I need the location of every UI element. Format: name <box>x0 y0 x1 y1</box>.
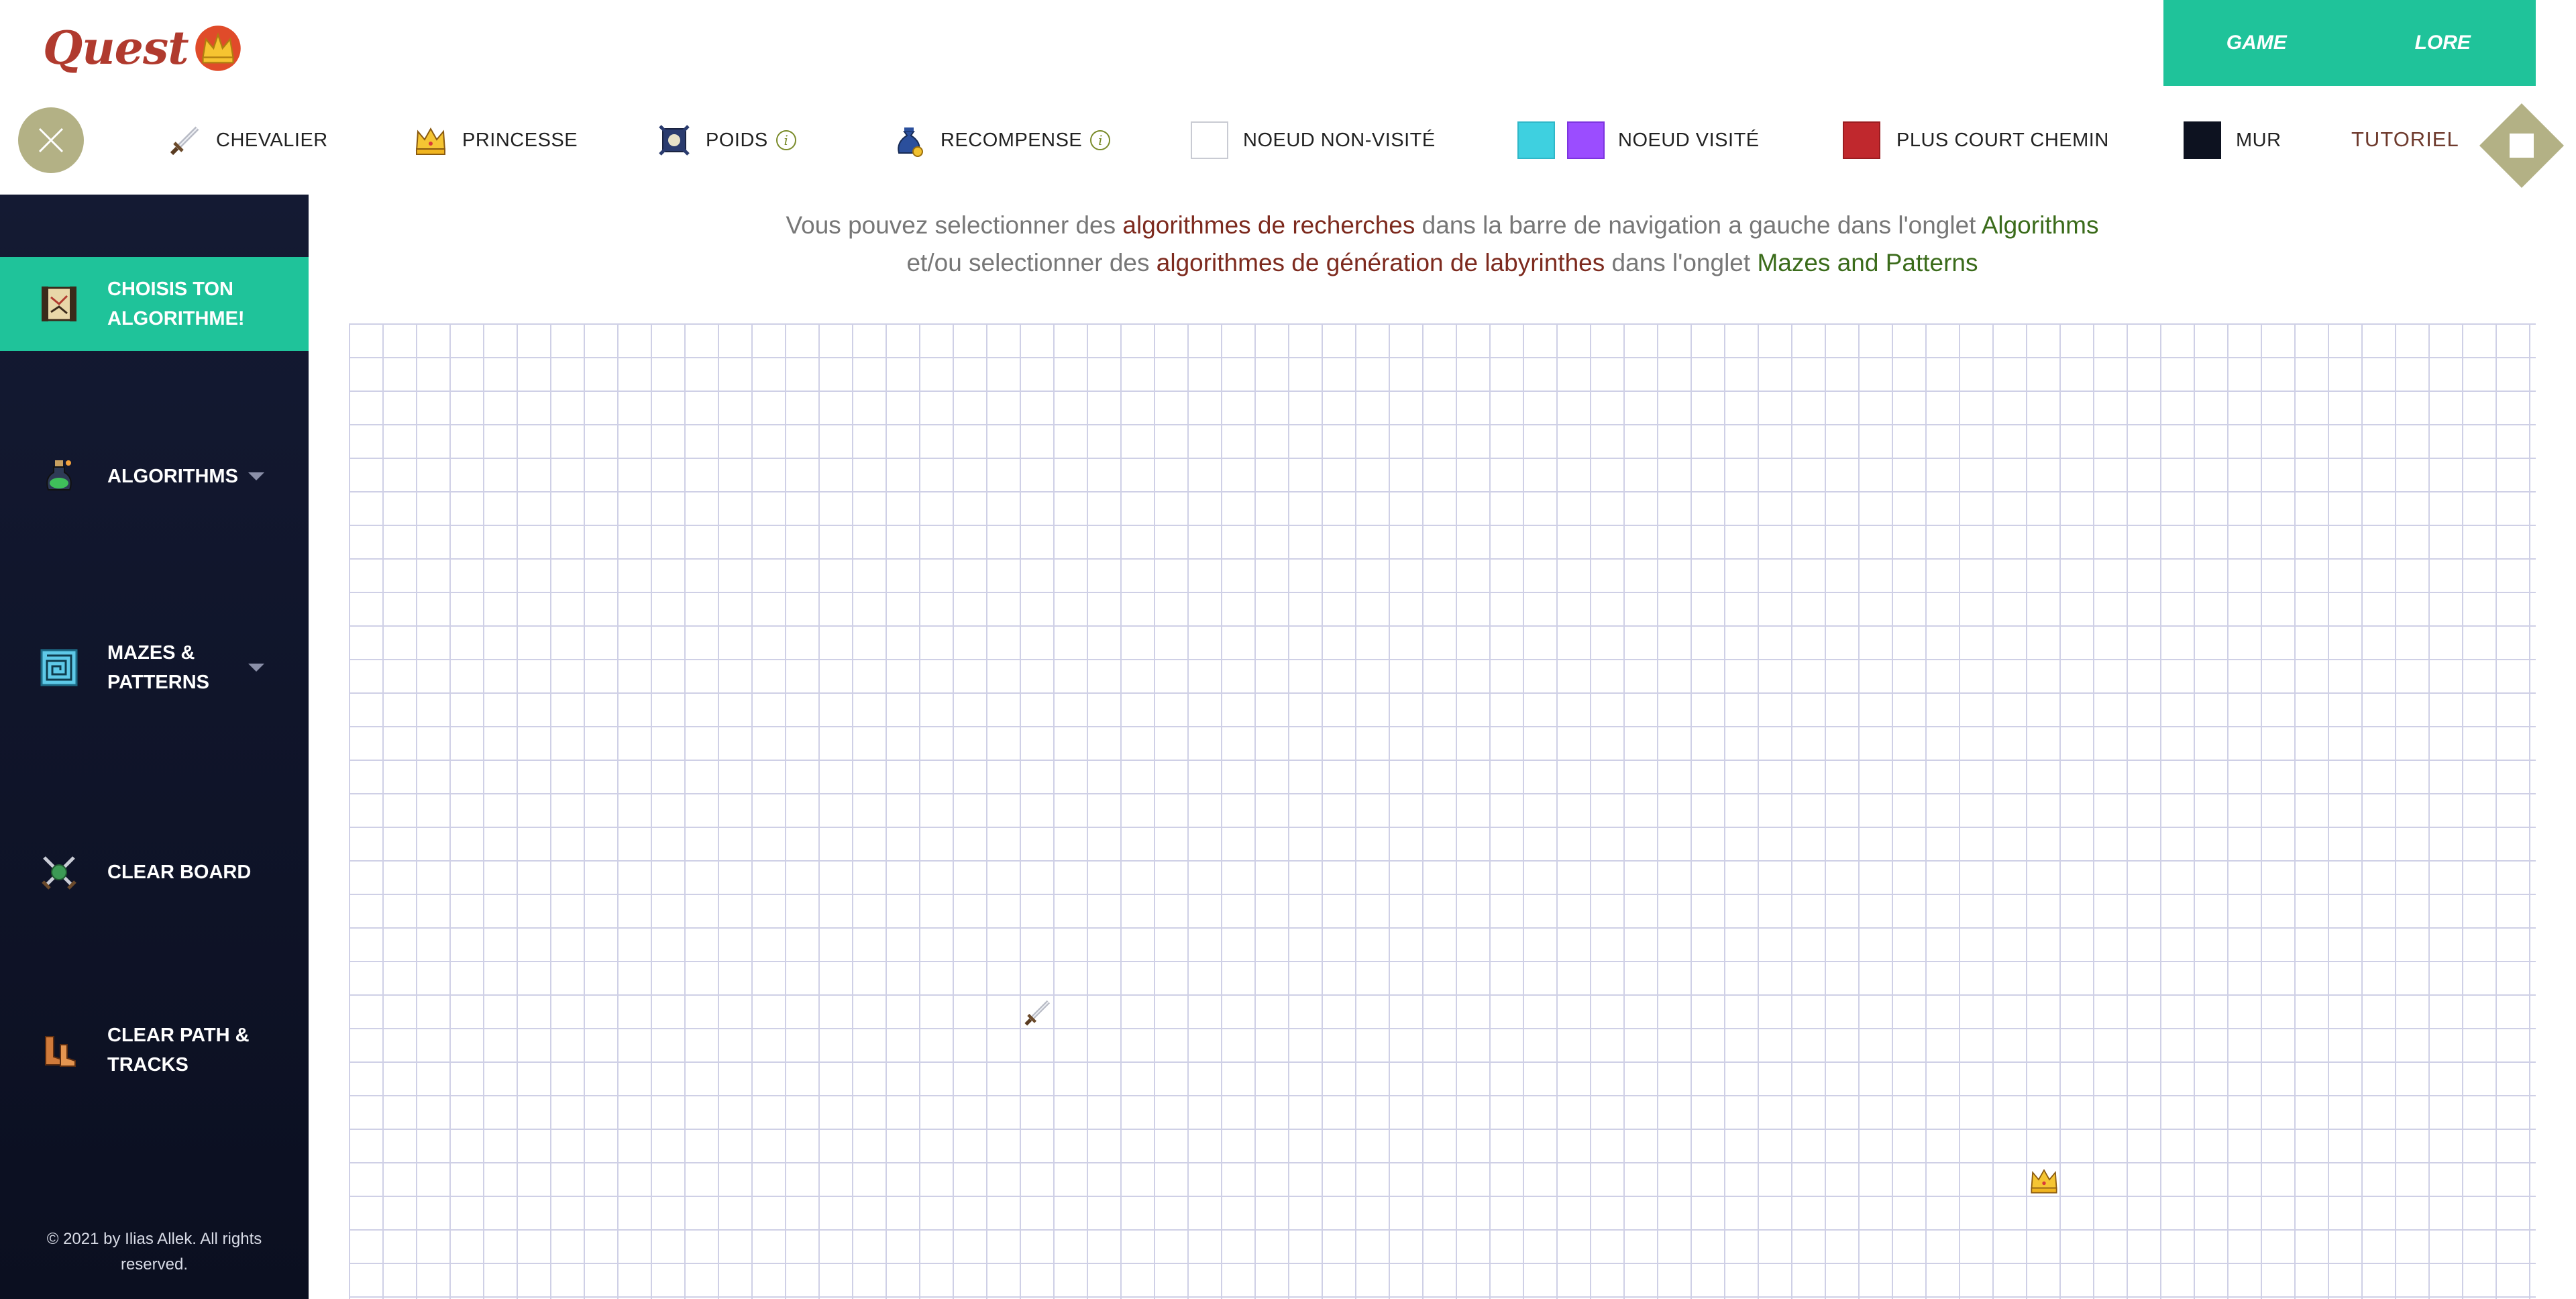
poids-info-icon[interactable]: i <box>775 130 796 150</box>
legend-princesse-label: PRINCESSE <box>462 129 578 151</box>
nav-game[interactable]: GAME <box>2163 32 2350 54</box>
sidebar-item-label: MAZES & PATTERNS <box>107 642 209 693</box>
sidebar: CHOISIS TON ALGORITHME! ALGORITHMS MAZES… <box>0 195 309 1299</box>
instructions-line-1: Vous pouvez selectionner des algorithmes… <box>309 207 2576 244</box>
visited-purple-swatch <box>1567 121 1605 159</box>
chevron-down-icon <box>248 472 264 480</box>
crown-logo-icon <box>195 25 241 71</box>
legend-visited-label: NOEUD VISITÉ <box>1618 129 1760 151</box>
sidebar-item-choose-algorithm[interactable]: CHOISIS TON ALGORITHME! <box>0 257 309 351</box>
link-maze-algorithms: algorithmes de génération de labyrinthes <box>1156 249 1605 276</box>
instructions-text: Vous pouvez selectionner des algorithmes… <box>309 207 2576 282</box>
legend-wall-label: MUR <box>2236 129 2282 151</box>
weight-icon <box>659 125 690 156</box>
legend-visited: NOEUD VISITÉ <box>1517 121 1760 160</box>
nav-lore[interactable]: LORE <box>2350 32 2536 54</box>
sidebar-item-algorithms[interactable]: ALGORITHMS <box>0 446 309 507</box>
unvisited-swatch <box>1191 121 1228 159</box>
instructions-text-part: Vous pouvez selectionner des <box>786 211 1123 239</box>
sidebar-item-clear-board[interactable]: CLEAR BOARD <box>0 842 309 902</box>
shortest-path-swatch <box>1843 121 1880 159</box>
close-icon <box>38 127 64 153</box>
boots-icon <box>45 1036 76 1067</box>
chevron-down-icon <box>248 664 264 672</box>
link-algorithms-tab: Algorithms <box>1981 211 2099 239</box>
crown-icon <box>2031 1169 2057 1194</box>
instructions-line-2: et/ou selectionner des algorithmes de gé… <box>309 244 2576 282</box>
tutorial-diamond-icon[interactable] <box>2477 101 2567 191</box>
crossed-swords-icon <box>42 856 76 890</box>
link-mazes-tab: Mazes and Patterns <box>1757 249 1978 276</box>
legend-wall: MUR <box>2184 121 2282 160</box>
legend-poids-label: POIDS <box>706 129 768 151</box>
legend-chevalier: CHEVALIER <box>168 121 328 160</box>
legend-unvisited-label: NOEUD NON-VISITÉ <box>1243 129 1436 151</box>
target-node[interactable] <box>2027 1163 2061 1197</box>
footer-copyright: © 2021 by Ilias Allek. All rights reserv… <box>46 1230 262 1274</box>
close-sidebar-button[interactable] <box>18 107 84 173</box>
visited-cyan-swatch <box>1517 121 1555 159</box>
app-logo[interactable]: Quest <box>43 15 242 82</box>
recompense-info-icon[interactable]: i <box>1090 130 1111 150</box>
legend-poids: POIDS i <box>656 121 796 160</box>
legend-shortest-label: PLUS COURT CHEMIN <box>1896 129 2109 151</box>
legend-recompense: RECOMPENSE i <box>891 121 1111 160</box>
sidebar-item-mazes-patterns[interactable]: MAZES & PATTERNS <box>0 627 309 708</box>
crown-icon <box>415 127 446 155</box>
instructions-text-part: et/ou selectionner des <box>906 249 1157 276</box>
legend-recompense-label: RECOMPENSE <box>941 129 1083 151</box>
tutorial-link[interactable]: TUTORIEL <box>2351 127 2459 152</box>
instructions-text-part: dans la barre de navigation a gauche dan… <box>1415 211 1982 239</box>
instructions-text-part: dans l'onglet <box>1605 249 1758 276</box>
sword-icon <box>1024 1000 1051 1026</box>
app-root: { "brand": { "name": "Quest" }, "topnav"… <box>0 0 2576 1299</box>
sidebar-item-label: ALGORITHMS <box>107 466 238 487</box>
sidebar-item-clear-path-tracks[interactable]: CLEAR PATH & TRACKS <box>0 1006 309 1094</box>
legend-shortest-path: PLUS COURT CHEMIN <box>1843 121 2109 160</box>
start-node[interactable] <box>1021 996 1055 1029</box>
money-bag-icon <box>898 127 923 157</box>
top-navigation: GAME LORE <box>2163 0 2536 86</box>
maze-icon <box>40 649 78 686</box>
scroll-icon <box>42 287 76 321</box>
legend-princesse: PRINCESSE <box>413 121 578 160</box>
sidebar-item-label: CHOISIS TON ALGORITHME! <box>107 278 245 329</box>
link-search-algorithms: algorithmes de recherches <box>1122 211 1415 239</box>
path-grid-board[interactable] <box>349 323 2536 1299</box>
wall-swatch <box>2184 121 2221 159</box>
logo-text: Quest <box>43 21 189 75</box>
sword-icon <box>170 126 199 156</box>
sidebar-item-label: CLEAR BOARD <box>107 862 252 883</box>
potion-icon <box>46 460 72 490</box>
sidebar-item-label: CLEAR PATH & TRACKS <box>107 1025 250 1076</box>
legend-unvisited: NOEUD NON-VISITÉ <box>1191 121 1436 160</box>
legend-chevalier-label: CHEVALIER <box>216 129 328 151</box>
